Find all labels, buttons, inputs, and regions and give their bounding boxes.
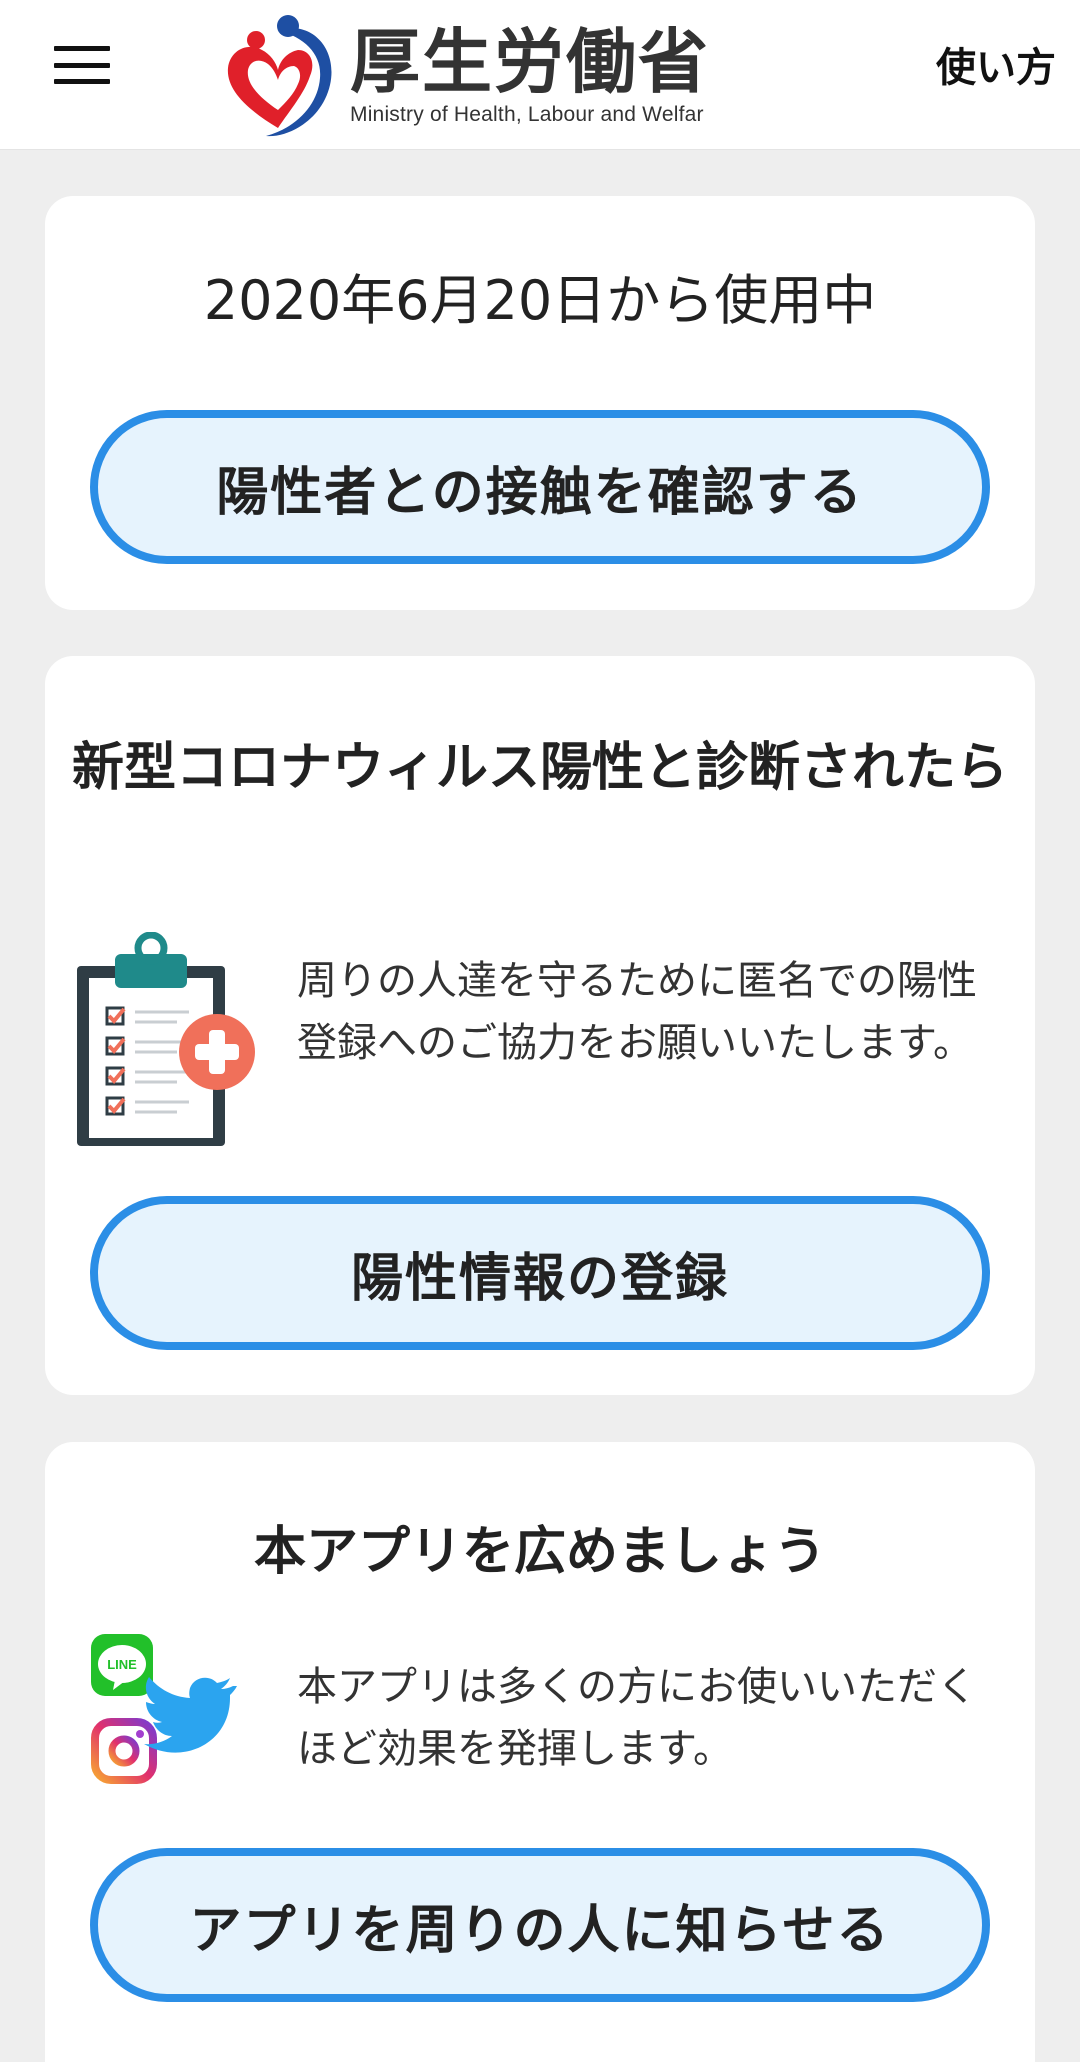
- status-card: 2020年6月20日から使用中 陽性者との接触を確認する: [45, 196, 1035, 610]
- twitter-icon: [144, 1677, 237, 1753]
- mhlw-logo: 厚生労働省 Ministry of Health, Labour and Wel…: [218, 0, 718, 150]
- instagram-icon: [91, 1718, 157, 1784]
- usage-since-text: 2020年6月20日から使用中: [203, 269, 877, 332]
- register-positive-button[interactable]: 陽性情報の登録: [90, 1196, 990, 1350]
- check-contact-button[interactable]: 陽性者との接触を確認する: [90, 410, 990, 564]
- svg-text:LINE: LINE: [107, 1657, 137, 1672]
- menu-icon[interactable]: [50, 40, 114, 90]
- howto-link[interactable]: 使い方: [936, 40, 1056, 96]
- share-app-button[interactable]: アプリを周りの人に知らせる: [90, 1848, 990, 2002]
- line-icon: LINE: [91, 1634, 153, 1696]
- positive-card-title: 新型コロナウィルス陽性と診断されたら: [71, 738, 1008, 798]
- logo-title: 厚生労働省: [350, 21, 710, 103]
- social-icons: LINE: [91, 1634, 237, 1784]
- positive-registration-card: 新型コロナウィルス陽性と診断されたら 周りの人達を守るために匿名での陽性登録への…: [45, 656, 1035, 1395]
- share-card-title: 本アプリを広めましょう: [253, 1522, 826, 1582]
- logo-subtitle: Ministry of Health, Labour and Welfar: [350, 103, 704, 126]
- app-header: 厚生労働省 Ministry of Health, Labour and Wel…: [0, 0, 1080, 150]
- mhlw-logo-mark: [227, 15, 332, 137]
- clipboard-plus-icon: [77, 932, 255, 1146]
- share-app-card: 本アプリを広めましょう LINE 本アプリは多くの方にお使いいただくほど効果を発…: [45, 1442, 1035, 2062]
- share-card-description: 本アプリは多くの方にお使いいただくほど効果を発揮します。: [297, 1664, 977, 1772]
- positive-card-description: 周りの人達を守るために匿名での陽性登録へのご協力をお願いいたします。: [297, 958, 977, 1066]
